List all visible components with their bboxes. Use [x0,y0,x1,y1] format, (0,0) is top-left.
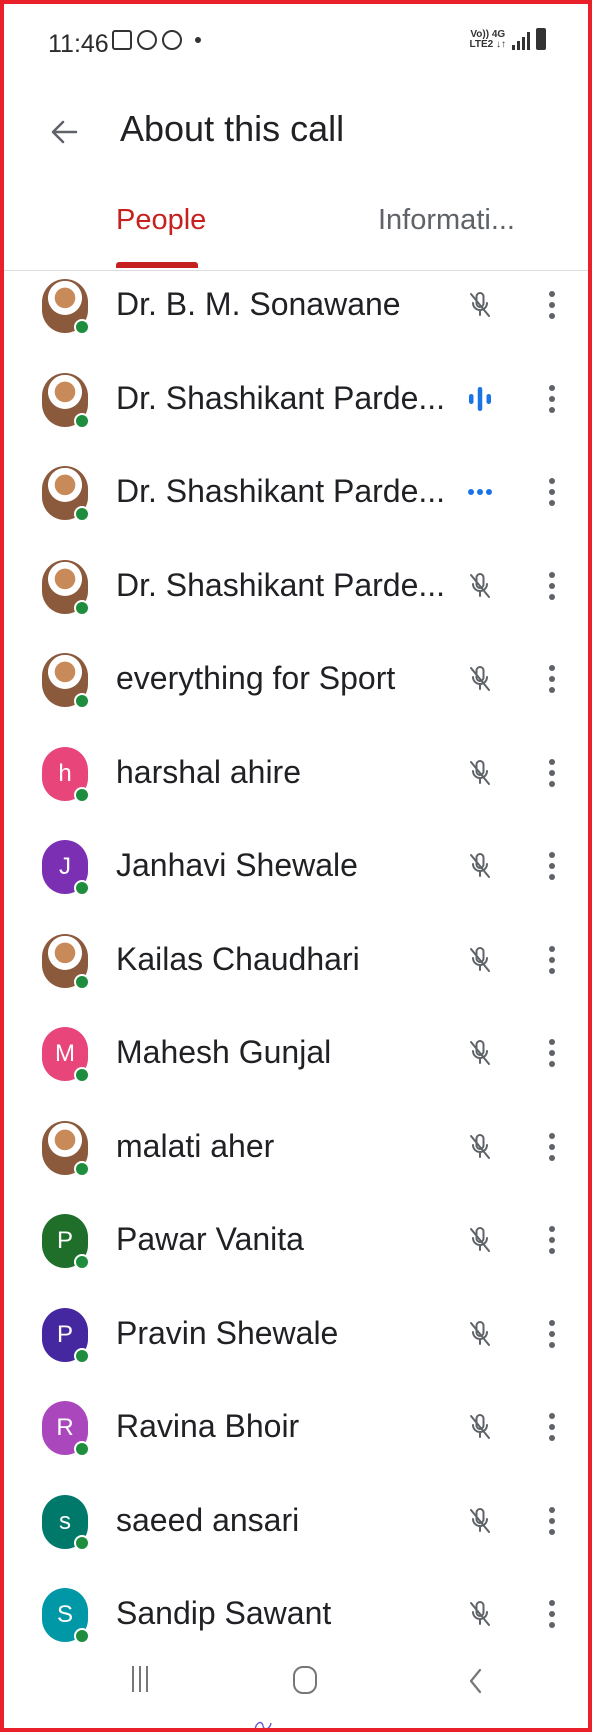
mic-off-icon [470,852,490,878]
participant-row[interactable]: Dr. Shashikant Parde... [4,446,588,540]
mic-off-icon [470,665,490,691]
status-time: 11:46 [48,30,109,58]
speaking-indicator-icon [469,386,491,411]
more-vert-icon[interactable] [542,1596,562,1632]
more-vert-icon[interactable] [542,1503,562,1539]
mic-off-icon [470,572,490,598]
participant-row[interactable]: everything for Sport [4,633,588,727]
tab-information[interactable]: Informati... [378,204,515,237]
online-status-dot [74,599,90,616]
system-nav-bar [4,1666,588,1728]
mic-off-icon [470,1600,490,1626]
network-bottom-label: LTE2 ↓↑ [469,39,506,50]
participant-name: harshal ahire [116,753,301,790]
participant-row[interactable]: Kailas Chaudhari [4,914,588,1008]
online-status-dot [74,1067,90,1083]
online-status-dot [74,880,90,896]
network-indicator: Vo)) 4G LTE2 ↓↑ [470,30,506,50]
participant-row[interactable]: Dr. Shashikant Parde... [4,540,588,634]
participant-name: saeed ansari [116,1501,300,1538]
more-vert-icon[interactable] [542,1035,562,1071]
status-bar: 11:46 Vo)) 4G LTE2 ↓↑ [4,4,588,84]
battery-icon [536,28,546,50]
status-right: Vo)) 4G LTE2 ↓↑ [470,28,546,50]
participant-row[interactable]: M Mahesh Gunjal [4,1007,588,1101]
more-vert-icon[interactable] [542,942,562,978]
mic-off-icon [470,759,490,785]
more-vert-icon[interactable] [542,568,562,604]
participant-row[interactable]: J Janhavi Shewale [4,820,588,914]
recents-icon[interactable] [132,1666,156,1696]
participant-row[interactable]: Dr. B. M. Sonawane [4,259,588,353]
more-notifications-dot-icon [195,37,201,43]
online-status-dot [74,693,90,709]
home-icon[interactable] [293,1666,317,1694]
online-status-dot [74,506,90,522]
more-vert-icon[interactable] [542,474,562,510]
participant-name: Dr. Shashikant Parde... [116,566,446,603]
app-screen: 11:46 Vo)) 4G LTE2 ↓↑ About this call Pe… [4,4,588,1731]
signal-icon [512,32,530,50]
more-vert-icon[interactable] [542,287,562,323]
participant-name: Kailas Chaudhari [116,940,360,977]
more-vert-icon[interactable] [542,1316,562,1352]
more-vert-icon[interactable] [542,848,562,884]
mic-off-icon [470,1320,490,1346]
mic-off-icon [470,1039,490,1065]
participant-name: Ravina Bhoir [116,1408,300,1444]
more-vert-icon[interactable] [542,755,562,791]
gallery-notification-icon [112,30,132,50]
online-status-dot [74,319,90,335]
tab-people[interactable]: People [116,204,206,237]
participant-name: Dr. B. M. Sonawane [116,286,401,322]
notification-icons [112,30,201,50]
participant-row[interactable]: Dr. Shashikant Parde... [4,353,588,447]
online-status-dot [74,412,90,429]
participant-name: Pravin Shewale [116,1314,339,1351]
participant-row[interactable]: s saeed ansari [4,1475,588,1569]
connecting-dots-icon [468,489,492,495]
online-status-dot [74,1347,90,1364]
app-bar: About this call [4,94,588,174]
whatsapp-notification-icon [162,30,182,50]
mic-off-icon [470,1133,490,1159]
participant-name: Sandip Sawant [116,1595,332,1631]
participant-name: malati aher [116,1127,275,1164]
page-title: About this call [120,108,345,149]
participant-name: Pawar Vanita [116,1221,304,1257]
more-vert-icon[interactable] [542,661,562,697]
mic-off-icon [470,1413,490,1439]
participant-name: Dr. Shashikant Parde... [116,379,446,416]
participant-row[interactable]: P Pawar Vanita [4,1194,588,1288]
online-status-dot [74,1160,90,1177]
online-status-dot [74,1254,90,1270]
back-chevron-icon[interactable] [464,1666,488,1696]
participant-row[interactable]: S Sandip Sawant [4,1568,588,1662]
participant-row[interactable]: P Pravin Shewale [4,1288,588,1382]
participant-name: Dr. Shashikant Parde... [116,473,446,509]
online-status-dot [74,1628,90,1644]
mic-off-icon [470,1226,490,1252]
more-vert-icon[interactable] [542,1222,562,1258]
mic-off-icon [470,1507,490,1533]
mic-off-icon [470,291,490,317]
participant-row[interactable]: R Ravina Bhoir [4,1381,588,1475]
more-vert-icon[interactable] [542,1129,562,1165]
arrow-left-icon[interactable] [44,112,84,152]
participant-list: Dr. B. M. Sonawane Dr. Shashikant Parde..… [4,259,588,1662]
app-notification-icon [137,30,157,50]
participant-name: Mahesh Gunjal [116,1034,332,1070]
mic-off-icon [470,946,490,972]
participant-name: everything for Sport [116,660,396,696]
more-vert-icon[interactable] [542,1409,562,1445]
more-vert-icon[interactable] [542,381,562,417]
online-status-dot [74,1534,90,1551]
participant-name: Janhavi Shewale [116,847,358,883]
online-status-dot [74,786,90,803]
participant-row[interactable]: malati aher [4,1101,588,1195]
participant-row[interactable]: h harshal ahire [4,727,588,821]
online-status-dot [74,1441,90,1457]
online-status-dot [74,973,90,990]
